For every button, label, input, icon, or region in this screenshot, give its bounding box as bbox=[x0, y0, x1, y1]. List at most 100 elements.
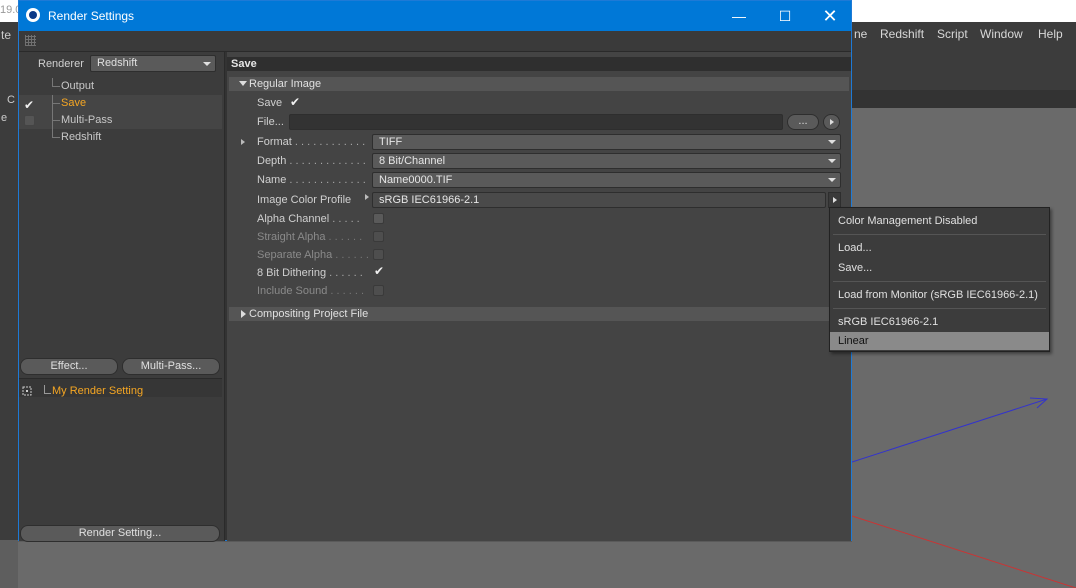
tree-item-multipass[interactable]: Multi-Pass bbox=[19, 112, 222, 129]
close-icon[interactable]: ✕ bbox=[807, 1, 853, 31]
menu-separator bbox=[833, 281, 1046, 282]
straight-alpha-checkbox[interactable] bbox=[373, 231, 384, 242]
bg-panel-fragment: e bbox=[1, 112, 8, 124]
menu-item-load-from-monitor[interactable]: Load from Monitor (sRGB IEC61966-2.1) bbox=[830, 286, 1049, 304]
multipass-enabled-checkbox[interactable] bbox=[24, 115, 35, 126]
attributes-panel: Save Regular Image Save ✔ File... ... Fo… bbox=[227, 52, 851, 541]
renderer-value: Redshift bbox=[97, 57, 138, 69]
bg-menu-script[interactable]: Script bbox=[937, 22, 968, 46]
file-path-field[interactable] bbox=[289, 114, 783, 130]
separate-alpha-checkbox[interactable] bbox=[373, 249, 384, 260]
triangle-right-icon bbox=[830, 119, 834, 125]
alpha-channel-checkbox[interactable] bbox=[373, 213, 384, 224]
profile-label: Image Color Profile bbox=[257, 194, 352, 206]
format-value: TIFF bbox=[379, 136, 403, 148]
cinema4d-logo-icon bbox=[26, 8, 40, 22]
tree-item-redshift[interactable]: Redshift bbox=[19, 129, 222, 146]
checkmark-icon: ✔ bbox=[24, 98, 35, 112]
render-setting-name: My Render Setting bbox=[52, 385, 144, 397]
renderer-label: Renderer bbox=[38, 58, 84, 70]
menu-item-color-management-disabled[interactable]: Color Management Disabled bbox=[830, 212, 1049, 230]
profile-value: sRGB IEC61966-2.1 bbox=[379, 194, 480, 206]
menu-separator bbox=[833, 308, 1046, 309]
depth-label: Depth . . . . . . . . . . . . . bbox=[257, 155, 366, 167]
include-sound-checkbox[interactable] bbox=[373, 285, 384, 296]
bg-menu-fragment: te bbox=[1, 28, 12, 42]
tree-item-label: Redshift bbox=[61, 131, 102, 143]
group-label: Regular Image bbox=[249, 78, 322, 90]
bg-bottom-area bbox=[18, 542, 852, 588]
profile-expand-icon[interactable] bbox=[365, 194, 369, 200]
chevron-down-icon bbox=[828, 159, 836, 163]
render-settings-window: Render Settings — ☐ ✕ Renderer Redshift … bbox=[18, 0, 852, 542]
bg-tab-fragment: C bbox=[7, 94, 15, 106]
section-title: Save bbox=[227, 57, 851, 71]
tree-item-output[interactable]: Output bbox=[19, 78, 222, 95]
bg-left-toolbar: te C e bbox=[0, 22, 18, 588]
tree-item-label: Multi-Pass bbox=[61, 114, 113, 126]
bg-menu-redshift[interactable]: Redshift bbox=[880, 22, 924, 46]
save-enabled-checkbox[interactable]: ✔ bbox=[24, 98, 35, 112]
format-label: Format . . . . . . . . . . . . bbox=[257, 136, 366, 148]
tree-item-label: Output bbox=[61, 80, 95, 92]
file-label: File... bbox=[257, 116, 284, 128]
expand-format-icon[interactable] bbox=[241, 139, 245, 145]
menu-item-srgb[interactable]: sRGB IEC61966-2.1 bbox=[830, 313, 1049, 331]
render-setting-button[interactable]: Render Setting... bbox=[20, 525, 220, 542]
bg-toolbar bbox=[852, 46, 1076, 90]
bg-menu-item[interactable]: ne bbox=[854, 22, 867, 46]
group-label: Compositing Project File bbox=[249, 308, 369, 320]
menu-separator bbox=[833, 234, 1046, 235]
depth-select[interactable]: 8 Bit/Channel bbox=[372, 153, 841, 169]
separate-alpha-label: Separate Alpha . . . . . . bbox=[257, 249, 369, 261]
name-label: Name . . . . . . . . . . . . . bbox=[257, 174, 366, 186]
maximize-icon[interactable]: ☐ bbox=[762, 1, 808, 31]
multipass-button[interactable]: Multi-Pass... bbox=[122, 358, 220, 375]
dithering-label: 8 Bit Dithering . . . . . . bbox=[257, 267, 363, 279]
minimize-icon[interactable]: — bbox=[716, 1, 762, 31]
save-checkbox[interactable]: ✔ bbox=[289, 95, 301, 109]
name-value: Name0000.TIF bbox=[379, 174, 453, 186]
name-select[interactable]: Name0000.TIF bbox=[372, 172, 841, 188]
bg-menu-help[interactable]: Help bbox=[1038, 22, 1063, 46]
chevron-down-icon bbox=[828, 178, 836, 182]
bg-tabstrip bbox=[852, 90, 1076, 109]
window-titlebar[interactable]: Render Settings — ☐ ✕ bbox=[19, 1, 851, 31]
bg-menubar: ne Redshift Script Window Help bbox=[852, 22, 1076, 46]
straight-alpha-label: Straight Alpha . . . . . . bbox=[257, 231, 363, 243]
triangle-right-icon bbox=[833, 197, 837, 203]
depth-value: 8 Bit/Channel bbox=[379, 155, 446, 167]
dithering-checkbox[interactable]: ✔ bbox=[373, 264, 385, 278]
format-select[interactable]: TIFF bbox=[372, 134, 841, 150]
alpha-channel-label: Alpha Channel . . . . . bbox=[257, 213, 360, 225]
renderer-select[interactable]: Redshift bbox=[90, 55, 216, 72]
left-panel: Renderer Redshift Output ✔ Save Multi-Pa… bbox=[19, 52, 225, 542]
bg-menu-window[interactable]: Window bbox=[980, 22, 1023, 46]
render-setting-icon bbox=[22, 386, 32, 396]
window-toolbar bbox=[19, 31, 851, 52]
window-title: Render Settings bbox=[48, 9, 135, 23]
browse-button[interactable]: ... bbox=[787, 114, 819, 130]
axis-blue-line bbox=[852, 398, 1048, 463]
checkmark-icon: ✔ bbox=[290, 95, 301, 109]
group-compositing[interactable]: Compositing Project File bbox=[229, 307, 849, 321]
save-label: Save bbox=[257, 97, 283, 109]
checkmark-icon: ✔ bbox=[374, 264, 385, 278]
tree-item-label: Save bbox=[61, 97, 87, 109]
file-options-button[interactable] bbox=[823, 114, 840, 130]
chevron-down-icon bbox=[203, 62, 211, 66]
profile-field[interactable]: sRGB IEC61966-2.1 bbox=[372, 192, 826, 208]
menu-item-load[interactable]: Load... bbox=[830, 239, 1049, 257]
chevron-down-icon bbox=[828, 140, 836, 144]
tree-item-save[interactable]: ✔ Save bbox=[19, 95, 222, 112]
effect-button[interactable]: Effect... bbox=[20, 358, 118, 375]
include-sound-label: Include Sound . . . . . . bbox=[257, 285, 365, 297]
grip-icon[interactable] bbox=[25, 35, 36, 46]
color-profile-menu: Color Management Disabled Load... Save..… bbox=[829, 207, 1050, 352]
triangle-right-icon bbox=[241, 310, 246, 318]
group-regular-image[interactable]: Regular Image bbox=[229, 77, 849, 91]
profile-menu-button[interactable] bbox=[828, 192, 841, 208]
menu-item-linear[interactable]: Linear bbox=[830, 332, 1049, 350]
menu-item-save[interactable]: Save... bbox=[830, 259, 1049, 277]
triangle-down-icon bbox=[239, 81, 247, 86]
